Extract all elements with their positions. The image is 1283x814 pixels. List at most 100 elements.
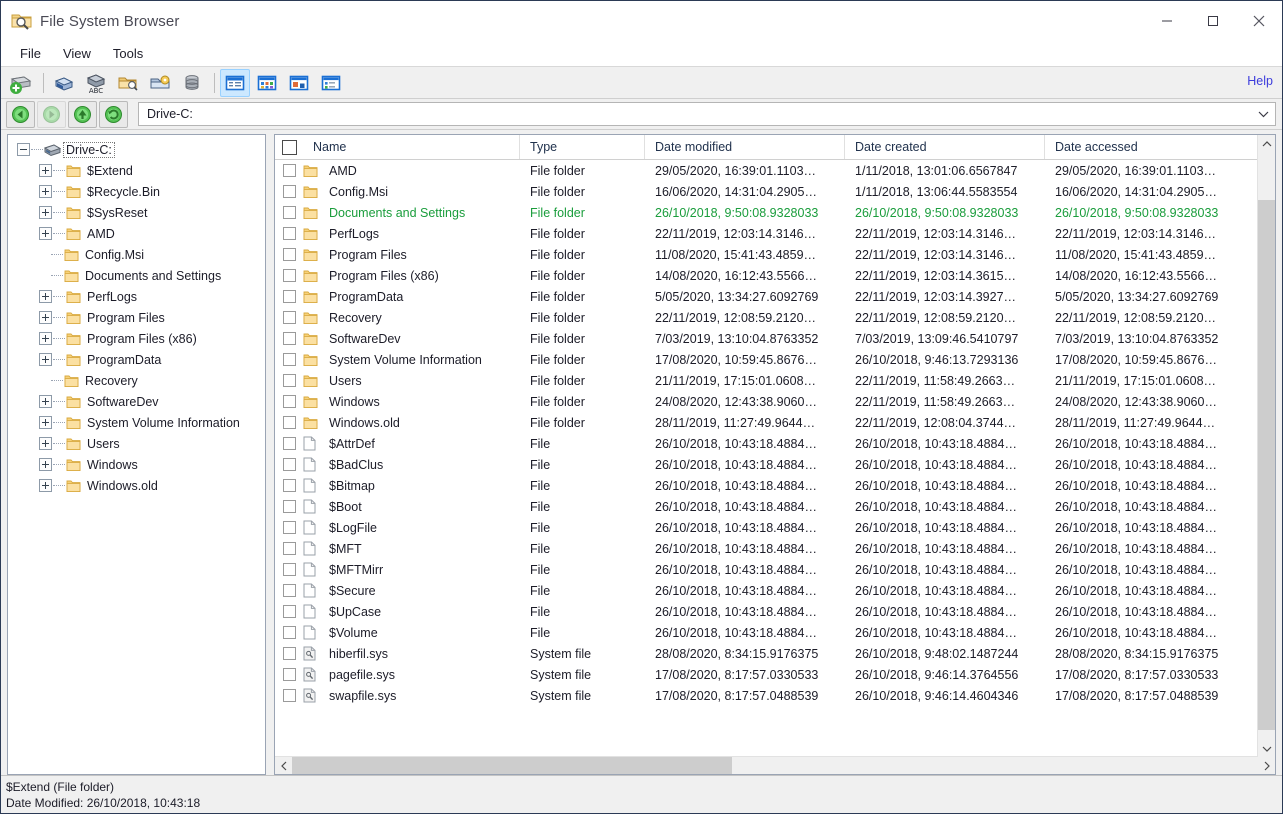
vertical-scrollbar[interactable] xyxy=(1257,135,1275,757)
expand-icon[interactable] xyxy=(39,416,52,429)
row-checkbox[interactable] xyxy=(275,227,303,240)
row-checkbox[interactable] xyxy=(275,374,303,387)
maximize-button[interactable] xyxy=(1190,1,1236,41)
row-checkbox[interactable] xyxy=(275,647,303,660)
table-row[interactable]: $AttrDefFile26/10/2018, 10:43:18.4884…26… xyxy=(275,433,1275,454)
scroll-down-icon[interactable] xyxy=(1258,740,1275,757)
expand-icon[interactable] xyxy=(39,164,52,177)
column-header-name[interactable]: Name xyxy=(303,135,520,159)
table-row[interactable]: Documents and SettingsFile folder26/10/2… xyxy=(275,202,1275,223)
table-row[interactable]: $BadClusFile26/10/2018, 10:43:18.4884…26… xyxy=(275,454,1275,475)
scan-drive-button[interactable] xyxy=(49,69,79,97)
menu-file[interactable]: File xyxy=(9,44,52,63)
tree-node[interactable]: $SysReset xyxy=(12,202,265,223)
row-checkbox[interactable] xyxy=(275,185,303,198)
row-checkbox[interactable] xyxy=(275,563,303,576)
row-checkbox[interactable] xyxy=(275,269,303,282)
tree-node[interactable]: Windows xyxy=(12,454,265,475)
row-checkbox[interactable] xyxy=(275,542,303,555)
expand-icon[interactable] xyxy=(39,458,52,471)
row-checkbox[interactable] xyxy=(275,248,303,261)
row-checkbox[interactable] xyxy=(275,332,303,345)
search-text-button[interactable]: ABC xyxy=(81,69,111,97)
tree-node[interactable]: ProgramData xyxy=(12,349,265,370)
row-checkbox[interactable] xyxy=(275,668,303,681)
tree-node[interactable]: Recovery xyxy=(12,370,265,391)
table-row[interactable]: Program FilesFile folder11/08/2020, 15:4… xyxy=(275,244,1275,265)
row-checkbox[interactable] xyxy=(275,584,303,597)
scroll-up-icon[interactable] xyxy=(1258,135,1275,152)
table-row[interactable]: System Volume InformationFile folder17/0… xyxy=(275,349,1275,370)
horizontal-scroll-track[interactable] xyxy=(292,757,1258,774)
table-row[interactable]: Config.MsiFile folder16/06/2020, 14:31:0… xyxy=(275,181,1275,202)
row-checkbox[interactable] xyxy=(275,353,303,366)
expand-icon[interactable] xyxy=(39,206,52,219)
view-large-icons-button[interactable] xyxy=(284,69,314,97)
table-row[interactable]: SoftwareDevFile folder7/03/2019, 13:10:0… xyxy=(275,328,1275,349)
forward-button[interactable] xyxy=(37,101,66,128)
folder-properties-button[interactable] xyxy=(113,69,143,97)
row-checkbox[interactable] xyxy=(275,164,303,177)
tree-node[interactable]: AMD xyxy=(12,223,265,244)
row-checkbox[interactable] xyxy=(275,521,303,534)
view-details-button[interactable] xyxy=(220,69,250,97)
close-button[interactable] xyxy=(1236,1,1282,41)
view-tiles-button[interactable] xyxy=(252,69,282,97)
table-row[interactable]: $BitmapFile26/10/2018, 10:43:18.4884…26/… xyxy=(275,475,1275,496)
table-row[interactable]: $VolumeFile26/10/2018, 10:43:18.4884…26/… xyxy=(275,622,1275,643)
table-row[interactable]: Program Files (x86)File folder14/08/2020… xyxy=(275,265,1275,286)
up-button[interactable] xyxy=(68,101,97,128)
view-list-button[interactable] xyxy=(316,69,346,97)
table-row[interactable]: $MFTFile26/10/2018, 10:43:18.4884…26/10/… xyxy=(275,538,1275,559)
column-header-type[interactable]: Type xyxy=(520,135,645,159)
table-row[interactable]: PerfLogsFile folder22/11/2019, 12:03:14.… xyxy=(275,223,1275,244)
table-row[interactable]: AMDFile folder29/05/2020, 16:39:01.1103…… xyxy=(275,160,1275,181)
back-button[interactable] xyxy=(6,101,35,128)
row-checkbox[interactable] xyxy=(275,437,303,450)
scroll-left-icon[interactable] xyxy=(275,757,292,774)
row-checkbox[interactable] xyxy=(275,479,303,492)
expand-icon[interactable] xyxy=(39,185,52,198)
row-checkbox[interactable] xyxy=(275,458,303,471)
table-row[interactable]: UsersFile folder21/11/2019, 17:15:01.060… xyxy=(275,370,1275,391)
expand-icon[interactable] xyxy=(39,437,52,450)
column-header-date-accessed[interactable]: Date accessed xyxy=(1045,135,1255,159)
horizontal-scrollbar[interactable] xyxy=(275,756,1275,774)
table-row[interactable]: $BootFile26/10/2018, 10:43:18.4884…26/10… xyxy=(275,496,1275,517)
expand-icon[interactable] xyxy=(39,353,52,366)
database-button[interactable] xyxy=(177,69,207,97)
folder-settings-button[interactable] xyxy=(145,69,175,97)
refresh-button[interactable] xyxy=(99,101,128,128)
tree-node[interactable]: $Extend xyxy=(12,160,265,181)
tree-node[interactable]: PerfLogs xyxy=(12,286,265,307)
table-row[interactable]: $SecureFile26/10/2018, 10:43:18.4884…26/… xyxy=(275,580,1275,601)
tree-node[interactable]: Users xyxy=(12,433,265,454)
row-checkbox[interactable] xyxy=(275,689,303,702)
row-checkbox[interactable] xyxy=(275,500,303,513)
expand-icon[interactable] xyxy=(39,227,52,240)
tree-node[interactable]: $Recycle.Bin xyxy=(12,181,265,202)
tree-node[interactable]: SoftwareDev xyxy=(12,391,265,412)
vertical-scroll-track[interactable] xyxy=(1258,152,1275,740)
column-header-date-created[interactable]: Date created xyxy=(845,135,1045,159)
scroll-right-icon[interactable] xyxy=(1258,757,1275,774)
select-all-checkbox[interactable] xyxy=(275,135,303,159)
collapse-icon[interactable] xyxy=(17,143,30,156)
row-checkbox[interactable] xyxy=(275,605,303,618)
tree-node-root[interactable]: Drive-C: xyxy=(12,139,265,160)
expand-icon[interactable] xyxy=(39,479,52,492)
table-row[interactable]: swapfile.sysSystem file17/08/2020, 8:17:… xyxy=(275,685,1275,706)
tree-node[interactable]: Config.Msi xyxy=(12,244,265,265)
row-checkbox[interactable] xyxy=(275,395,303,408)
table-row[interactable]: hiberfil.sysSystem file28/08/2020, 8:34:… xyxy=(275,643,1275,664)
column-header-date-modified[interactable]: Date modified xyxy=(645,135,845,159)
chevron-down-icon[interactable] xyxy=(1258,107,1269,121)
table-row[interactable]: ProgramDataFile folder5/05/2020, 13:34:2… xyxy=(275,286,1275,307)
row-checkbox[interactable] xyxy=(275,311,303,324)
table-row[interactable]: Windows.oldFile folder28/11/2019, 11:27:… xyxy=(275,412,1275,433)
row-checkbox[interactable] xyxy=(275,290,303,303)
vertical-scroll-thumb[interactable] xyxy=(1258,200,1275,730)
row-checkbox[interactable] xyxy=(275,626,303,639)
table-row[interactable]: pagefile.sysSystem file17/08/2020, 8:17:… xyxy=(275,664,1275,685)
horizontal-scroll-thumb[interactable] xyxy=(292,757,732,774)
